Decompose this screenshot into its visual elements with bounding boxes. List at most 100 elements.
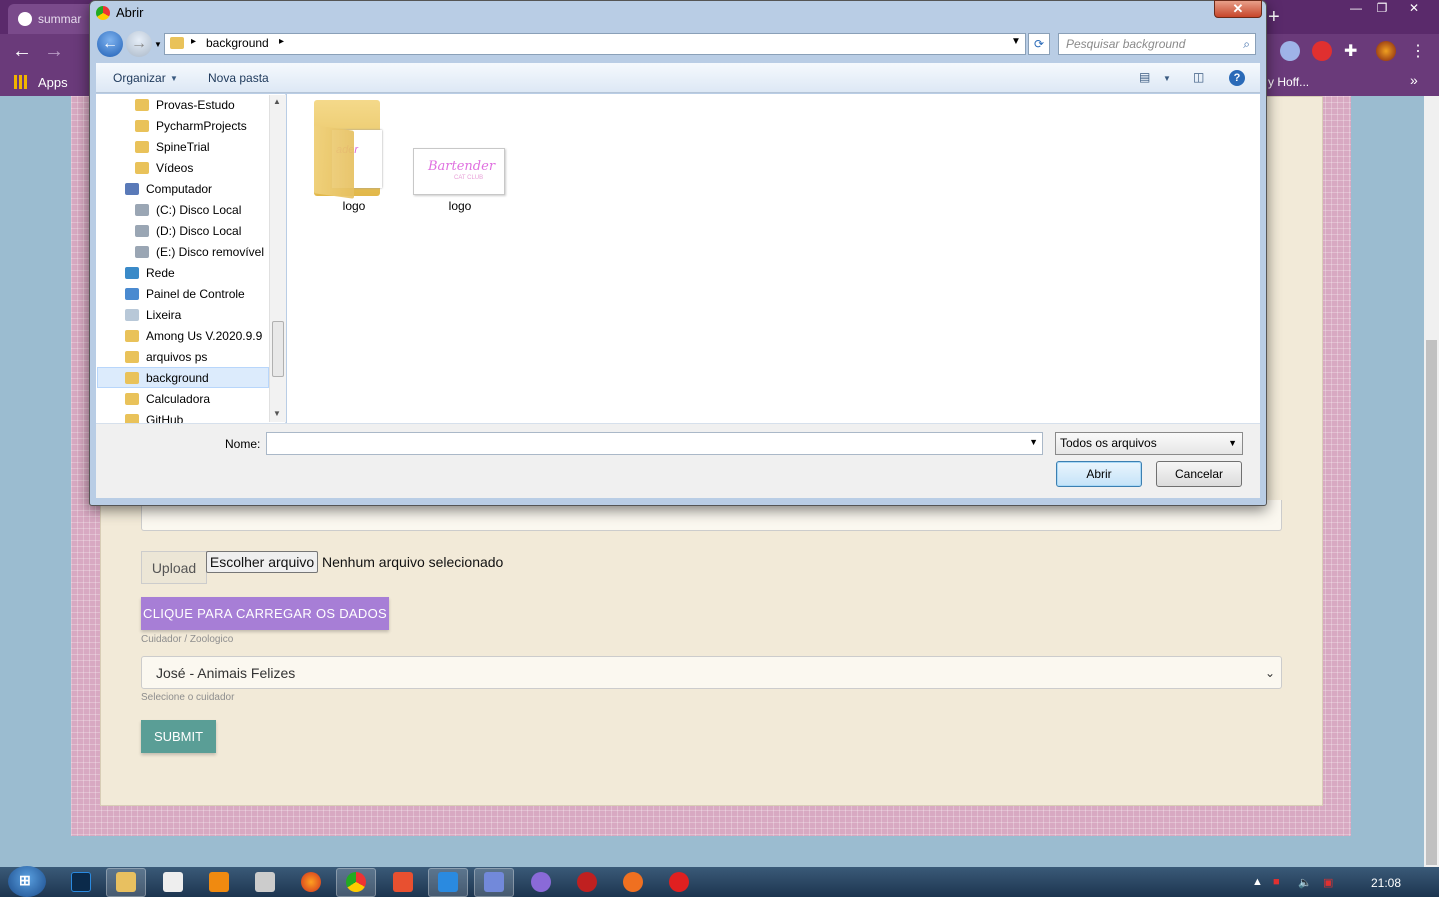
chevron-down-icon[interactable]: ▼ xyxy=(1029,437,1038,447)
tab-summary[interactable]: summar xyxy=(8,4,100,34)
app-icon[interactable] xyxy=(393,872,413,892)
dialog-title: Abrir xyxy=(116,5,144,20)
refresh-button[interactable]: ⟳ xyxy=(1028,33,1050,55)
forward-button[interactable]: → xyxy=(44,40,64,63)
filename-input[interactable]: ▼ xyxy=(266,432,1043,455)
dialog-forward-button[interactable]: → xyxy=(126,31,152,57)
file-name-image-logo[interactable]: logo xyxy=(410,199,510,213)
cancel-button[interactable]: Cancelar xyxy=(1156,461,1242,487)
chrome-icon xyxy=(96,6,110,20)
notepad-icon[interactable] xyxy=(163,872,183,892)
explorer-icon[interactable] xyxy=(116,872,136,892)
extension-icon[interactable] xyxy=(1280,41,1300,61)
choose-file-button[interactable]: Escolher arquivo xyxy=(206,551,318,573)
page-scrollbar-thumb[interactable] xyxy=(1426,340,1437,865)
map-icon[interactable] xyxy=(623,872,643,892)
breadcrumb-arrow-icon[interactable]: ▸ xyxy=(279,36,284,47)
folder-front xyxy=(314,125,354,199)
submit-button[interactable]: SUBMIT xyxy=(141,720,216,753)
minimize-button[interactable]: — xyxy=(1342,0,1370,16)
organize-button[interactable]: Organizar xyxy=(113,71,166,85)
file-name-folder-logo[interactable]: logo xyxy=(304,199,404,213)
folder-icon[interactable]: ader xyxy=(314,100,384,199)
dialog-search-input[interactable]: Pesquisar background ⌕ xyxy=(1058,33,1256,55)
search-placeholder: Pesquisar background xyxy=(1066,37,1186,51)
upload-label: Upload xyxy=(141,551,207,584)
computer-icon xyxy=(125,183,139,195)
new-tab-button[interactable]: + xyxy=(1268,6,1280,29)
view-options-icon[interactable]: ▤ xyxy=(1139,70,1150,84)
chevron-down-icon: ⌄ xyxy=(1264,666,1275,680)
windows-logo-icon: ⊞ xyxy=(19,872,31,888)
nav-item-label: Painel de Controle xyxy=(146,287,245,301)
bookmark-item[interactable]: y Hoff... xyxy=(1268,75,1309,89)
volume-icon[interactable]: 🔈 xyxy=(1298,876,1312,889)
nav-item-label: Provas-Estudo xyxy=(156,98,235,112)
chevron-down-icon[interactable]: ▼ xyxy=(1163,74,1171,83)
firefox-icon[interactable] xyxy=(301,872,321,892)
search-icon: ⌕ xyxy=(1243,37,1250,51)
chrome-icon[interactable] xyxy=(346,872,366,892)
calculator-icon[interactable] xyxy=(255,872,275,892)
recent-locations-icon[interactable]: ▼ xyxy=(154,40,162,49)
dialog-back-button[interactable]: ← xyxy=(97,31,123,57)
dialog-close-button[interactable]: ✕ xyxy=(1214,0,1262,18)
apps-bookmark[interactable]: Apps xyxy=(38,75,68,90)
nav-item-label: (D:) Disco Local xyxy=(156,224,242,238)
window-close-button[interactable]: ✕ xyxy=(1400,0,1428,16)
menu-kebab-icon[interactable]: ⋮ xyxy=(1410,41,1430,61)
tray-app-icon[interactable]: ■ xyxy=(1273,876,1280,888)
apps-grid-icon[interactable] xyxy=(14,75,28,89)
nav-item-label: arquivos ps xyxy=(146,350,208,364)
image-thumbnail[interactable]: Bartender CAT CLUB xyxy=(413,148,505,195)
network-icon xyxy=(125,267,139,279)
opera-icon[interactable] xyxy=(669,872,689,892)
app-icon[interactable] xyxy=(531,872,551,892)
address-dropdown-icon[interactable]: ▼ xyxy=(1011,36,1021,47)
extension-icon[interactable] xyxy=(1312,41,1332,61)
address-bar[interactable] xyxy=(164,33,1026,55)
scroll-up-icon[interactable]: ▲ xyxy=(273,97,281,106)
new-folder-button[interactable]: Nova pasta xyxy=(208,71,269,85)
open-button[interactable]: Abrir xyxy=(1056,461,1142,487)
filetype-select[interactable]: Todos os arquivos ▼ xyxy=(1055,432,1243,455)
caretaker-value: José - Animais Felizes xyxy=(156,665,296,681)
folder-icon xyxy=(170,37,184,49)
help-icon[interactable]: ? xyxy=(1229,70,1245,86)
filetype-value: Todos os arquivos xyxy=(1060,436,1157,450)
nav-item-label: (C:) Disco Local xyxy=(156,203,242,217)
bookmarks-overflow-icon[interactable]: » xyxy=(1410,72,1418,88)
thumbnail-logo-text: Bartender xyxy=(428,159,496,174)
folder-icon xyxy=(135,120,149,132)
nav-item-label: (E:) Disco removível xyxy=(156,245,265,259)
vscode-icon[interactable] xyxy=(438,872,458,892)
folder-icon xyxy=(125,393,139,405)
command-bar xyxy=(96,63,1260,93)
extensions-puzzle-icon[interactable]: ✚ xyxy=(1344,41,1364,61)
tray-expand-icon[interactable]: ▲ xyxy=(1252,876,1263,888)
folder-icon xyxy=(135,141,149,153)
trash-icon xyxy=(125,309,139,321)
breadcrumb-current[interactable]: background xyxy=(206,36,269,50)
sublime-icon[interactable] xyxy=(209,872,229,892)
network-icon[interactable]: ▣ xyxy=(1323,876,1333,889)
drive-icon xyxy=(135,204,149,216)
drive-icon xyxy=(135,246,149,258)
scroll-down-icon[interactable]: ▼ xyxy=(273,409,281,418)
caretaker-select[interactable]: José - Animais Felizes ⌄ xyxy=(141,656,1282,689)
profile-avatar[interactable] xyxy=(1376,41,1396,61)
breadcrumb-arrow-icon[interactable]: ▸ xyxy=(191,36,196,47)
preview-pane-icon[interactable]: ◫ xyxy=(1193,70,1204,84)
load-data-button[interactable]: CLIQUE PARA CARREGAR OS DADOS xyxy=(141,597,389,630)
app-icon[interactable] xyxy=(577,872,597,892)
start-button[interactable]: ⊞ xyxy=(8,866,46,897)
nav-scrollbar[interactable]: ▲ ▼ xyxy=(269,95,286,422)
restore-button[interactable]: ❐ xyxy=(1368,0,1396,16)
nav-item-label: Rede xyxy=(146,266,175,280)
discord-icon[interactable] xyxy=(484,872,504,892)
photoshop-icon[interactable] xyxy=(71,872,91,892)
thumbnail-sub-text: CAT CLUB xyxy=(454,175,484,181)
nav-scrollbar-thumb[interactable] xyxy=(272,321,284,377)
back-button[interactable]: ← xyxy=(12,40,32,63)
drive-icon xyxy=(135,225,149,237)
